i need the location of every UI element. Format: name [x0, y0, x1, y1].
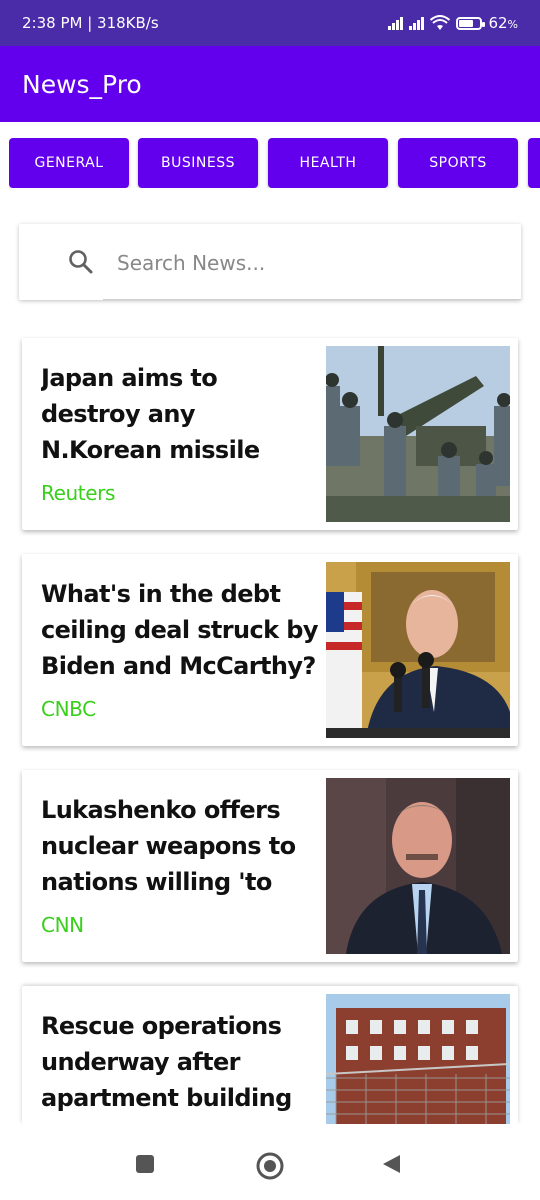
news-title: What's in the debt ceiling deal struck b… — [41, 580, 318, 680]
system-nav-bar — [0, 1124, 540, 1200]
news-source: Reuters — [41, 481, 115, 505]
news-source: CNN — [41, 913, 84, 937]
category-tabs: GENERAL BUSINESS HEALTH SPORTS — [9, 138, 540, 188]
wifi-icon — [430, 15, 451, 30]
status-icons: 62% — [388, 14, 518, 32]
news-image — [326, 346, 510, 522]
news-source: CNBC — [41, 697, 96, 721]
category-general-button[interactable]: GENERAL — [9, 138, 129, 188]
news-title: Japan aims to destroy any N.Korean missi… — [41, 364, 260, 464]
signal-1-icon — [388, 16, 404, 30]
search-input[interactable] — [115, 246, 519, 280]
triangle-back-icon[interactable] — [380, 1152, 404, 1176]
category-health-button[interactable]: HEALTH — [268, 138, 388, 188]
search-card — [19, 224, 521, 300]
battery-percent: 62% — [488, 14, 518, 32]
news-card[interactable]: What's in the debt ceiling deal struck b… — [22, 554, 518, 746]
news-title: Rescue operations underway after apartme… — [41, 1012, 292, 1112]
news-card[interactable]: Lukashenko offers nuclear weapons to nat… — [22, 770, 518, 962]
news-card[interactable]: Japan aims to destroy any N.Korean missi… — [22, 338, 518, 530]
signal-2-icon — [409, 16, 425, 30]
app-bar: News_Pro — [0, 46, 540, 122]
square-recents-icon[interactable] — [133, 1152, 157, 1176]
status-bar: 2:38 PM | 318KB/s 62% — [0, 0, 540, 46]
news-image — [326, 994, 510, 1124]
battery-icon — [456, 16, 486, 30]
category-next-button[interactable] — [528, 138, 540, 188]
status-time-speed: 2:38 PM | 318KB/s — [22, 14, 159, 32]
news-card[interactable]: Rescue operations underway after apartme… — [22, 986, 518, 1124]
news-title: Lukashenko offers nuclear weapons to nat… — [41, 796, 296, 896]
news-image — [326, 778, 510, 954]
category-sports-button[interactable]: SPORTS — [398, 138, 518, 188]
search-icon — [69, 250, 93, 274]
circle-home-icon[interactable] — [256, 1152, 284, 1180]
category-business-button[interactable]: BUSINESS — [138, 138, 258, 188]
news-image — [326, 562, 510, 738]
search-underline — [103, 299, 521, 300]
app-title: News_Pro — [22, 69, 142, 99]
